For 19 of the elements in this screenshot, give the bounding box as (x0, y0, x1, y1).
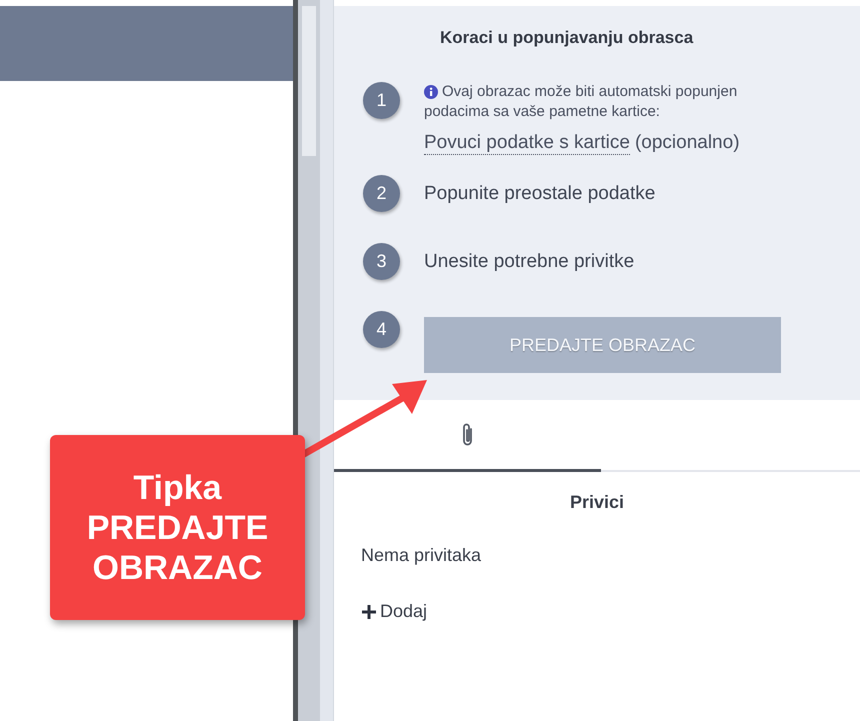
step-number: 4 (363, 311, 400, 348)
plus-icon (361, 604, 377, 620)
info-icon (424, 85, 438, 99)
step-number: 1 (363, 82, 400, 119)
panel-title: Koraci u popunjavanju obrasca (440, 28, 694, 48)
section-title: Privici (570, 492, 624, 513)
empty-message: Nema privitaka (361, 545, 482, 566)
info-text: Ovaj obrazac može biti automatski popunjen (424, 82, 740, 102)
card-data-link[interactable]: Povuci podatke s kartice (424, 132, 630, 155)
paperclip-icon (460, 422, 474, 448)
add-link[interactable]: Dodaj (361, 601, 428, 622)
callout-text: Tipka PREDAJTE OBRAZAC (86, 468, 268, 588)
info-text: podacima sa vaše pametne kartice: (424, 102, 661, 122)
scrollbar[interactable] (298, 0, 320, 721)
optional-note: (opcionalno) (634, 132, 740, 155)
step-number: 2 (363, 175, 400, 212)
step-number: 3 (363, 243, 400, 280)
step-text: Unesite potrebne privitke (424, 250, 634, 272)
step-text: Popunite preostale podatke (424, 182, 656, 204)
